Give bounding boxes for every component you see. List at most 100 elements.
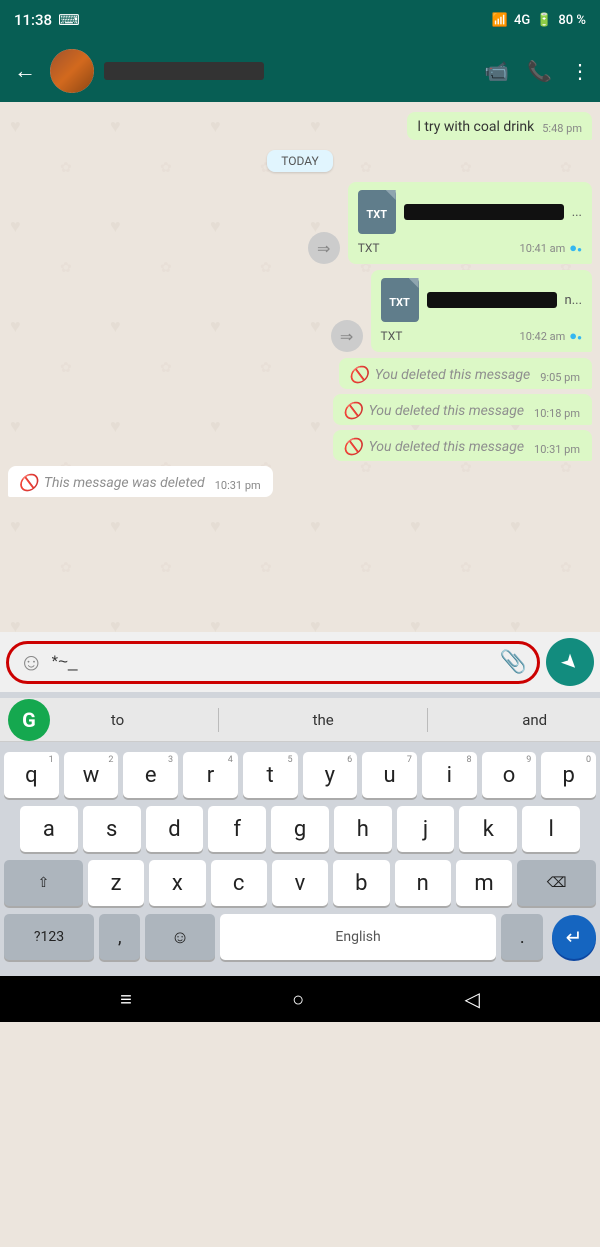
input-bar[interactable]: ☺ 📎 bbox=[6, 641, 540, 684]
space-key[interactable]: English bbox=[220, 914, 497, 960]
today-label: TODAY bbox=[267, 150, 333, 172]
time-display: 11:38 bbox=[14, 11, 52, 29]
key-g[interactable]: g bbox=[271, 806, 329, 852]
file-name-bar-2 bbox=[427, 292, 557, 308]
forwarded-file-msg-1: ⇒ TXT ... TXT 10:41 am ●● bbox=[8, 182, 592, 264]
deleted-time-3: 10:31 pm bbox=[534, 443, 580, 456]
avatar[interactable] bbox=[50, 49, 94, 93]
back-button[interactable]: ← bbox=[10, 54, 40, 88]
key-k[interactable]: k bbox=[459, 806, 517, 852]
read-ticks-1: ●● bbox=[569, 240, 582, 256]
file-time-2: 10:42 am bbox=[520, 330, 566, 343]
emoji-button[interactable]: ☺ bbox=[19, 648, 44, 677]
key-d[interactable]: d bbox=[146, 806, 204, 852]
nav-menu-icon[interactable]: ≡ bbox=[120, 987, 132, 1012]
no-entry-icon-3: 🚫 bbox=[343, 437, 363, 456]
key-y[interactable]: 6y bbox=[303, 752, 358, 798]
key-c[interactable]: c bbox=[211, 860, 267, 906]
divider-1 bbox=[218, 708, 219, 732]
file-meta-2: TXT 10:42 am ●● bbox=[381, 328, 582, 344]
forward-icon-2: ⇒ bbox=[331, 320, 363, 352]
numbers-key[interactable]: ?123 bbox=[4, 914, 94, 960]
suggestion-and[interactable]: and bbox=[510, 711, 559, 729]
send-button[interactable]: ➤ bbox=[546, 638, 594, 686]
backspace-key[interactable]: ⌫ bbox=[517, 860, 596, 906]
message-input[interactable] bbox=[52, 648, 492, 676]
key-v[interactable]: v bbox=[272, 860, 328, 906]
comma-key[interactable]: , bbox=[99, 914, 141, 960]
recv-deleted-time: 10:31 pm bbox=[215, 479, 261, 492]
previous-message: l try with coal drink 5:48 pm bbox=[8, 112, 592, 140]
key-u[interactable]: 7u bbox=[362, 752, 417, 798]
autocomplete-suggestions: to the and bbox=[58, 708, 600, 732]
deleted-content-1: 🚫 You deleted this message bbox=[349, 365, 530, 384]
video-call-button[interactable]: 📹 bbox=[484, 59, 509, 83]
recv-deleted-msg: 🚫 This message was deleted 10:31 pm bbox=[8, 466, 592, 497]
forwarded-file-msg-2: ⇒ TXT n... TXT 10:42 am ●● bbox=[8, 270, 592, 352]
file-row-1: TXT ... bbox=[358, 190, 582, 234]
status-bar-left: 11:38 ⌨ bbox=[14, 11, 80, 29]
recv-deleted-text: This message was deleted bbox=[44, 475, 205, 491]
read-ticks-2: ●● bbox=[569, 328, 582, 344]
input-area: ☺ 📎 ➤ bbox=[0, 632, 600, 692]
key-s[interactable]: s bbox=[83, 806, 141, 852]
key-row-2: a s d f g h j k l bbox=[0, 806, 600, 852]
period-key[interactable]: . bbox=[501, 914, 543, 960]
key-z[interactable]: z bbox=[88, 860, 144, 906]
grammarly-button[interactable]: G bbox=[8, 699, 50, 741]
key-row-1: 1q 2w 3e 4r 5t 6y 7u 8i 9o 0p bbox=[0, 752, 600, 798]
key-n[interactable]: n bbox=[395, 860, 451, 906]
battery-percent: 80 % bbox=[558, 13, 586, 28]
key-j[interactable]: j bbox=[397, 806, 455, 852]
shift-key[interactable]: ⇧ bbox=[4, 860, 83, 906]
deleted-text-1: You deleted this message bbox=[375, 367, 530, 383]
key-q[interactable]: 1q bbox=[4, 752, 59, 798]
file-type-1: TXT bbox=[358, 241, 380, 255]
key-a[interactable]: a bbox=[20, 806, 78, 852]
key-f[interactable]: f bbox=[208, 806, 266, 852]
forward-icon-1: ⇒ bbox=[308, 232, 340, 264]
send-icon: ➤ bbox=[556, 648, 585, 677]
prev-msg-bubble: l try with coal drink 5:48 pm bbox=[407, 112, 592, 140]
header-icons: 📹 📞 ⋮ bbox=[484, 59, 590, 83]
status-bar: 11:38 ⌨ 📶 4G 🔋 80 % bbox=[0, 0, 600, 40]
contact-name-bar bbox=[104, 62, 264, 80]
nav-back-icon[interactable]: ◁ bbox=[464, 987, 479, 1011]
key-t[interactable]: 5t bbox=[243, 752, 298, 798]
key-b[interactable]: b bbox=[333, 860, 389, 906]
contact-name-block[interactable] bbox=[104, 62, 474, 80]
file-time-1: 10:41 am bbox=[520, 242, 566, 255]
key-l[interactable]: l bbox=[522, 806, 580, 852]
voice-call-button[interactable]: 📞 bbox=[527, 59, 552, 83]
deleted-bubble-2: 🚫 You deleted this message 10:18 pm bbox=[333, 394, 592, 425]
key-p[interactable]: 0p bbox=[541, 752, 596, 798]
emoji-keyboard-key[interactable]: ☺ bbox=[145, 914, 214, 960]
deleted-time-1: 9:05 pm bbox=[540, 371, 580, 384]
prev-msg-time: 5:48 pm bbox=[542, 122, 582, 135]
deleted-content-3: 🚫 You deleted this message bbox=[343, 437, 524, 456]
attach-button[interactable]: 📎 bbox=[500, 650, 527, 675]
key-i[interactable]: 8i bbox=[422, 752, 477, 798]
file-name-bar-1 bbox=[404, 204, 564, 220]
key-h[interactable]: h bbox=[334, 806, 392, 852]
deleted-content-2: 🚫 You deleted this message bbox=[343, 401, 524, 420]
nav-home-icon[interactable]: ○ bbox=[292, 987, 304, 1012]
deleted-sent-1: 🚫 You deleted this message 9:05 pm bbox=[8, 358, 592, 389]
suggestion-the[interactable]: the bbox=[301, 711, 346, 729]
suggestion-to[interactable]: to bbox=[99, 711, 136, 729]
network-type: 4G bbox=[514, 13, 530, 28]
key-o[interactable]: 9o bbox=[482, 752, 537, 798]
file-bubble-1[interactable]: TXT ... TXT 10:41 am ●● bbox=[348, 182, 592, 264]
enter-key[interactable]: ↵ bbox=[552, 915, 596, 959]
key-e[interactable]: 3e bbox=[123, 752, 178, 798]
file-meta-1: TXT 10:41 am ●● bbox=[358, 240, 582, 256]
more-options-button[interactable]: ⋮ bbox=[570, 59, 590, 83]
key-r[interactable]: 4r bbox=[183, 752, 238, 798]
nav-bar: ≡ ○ ◁ bbox=[0, 976, 600, 1022]
key-w[interactable]: 2w bbox=[64, 752, 119, 798]
status-bar-right: 📶 4G 🔋 80 % bbox=[492, 13, 586, 28]
recv-deleted-bubble: 🚫 This message was deleted 10:31 pm bbox=[8, 466, 273, 497]
key-m[interactable]: m bbox=[456, 860, 512, 906]
key-x[interactable]: x bbox=[149, 860, 205, 906]
file-bubble-2[interactable]: TXT n... TXT 10:42 am ●● bbox=[371, 270, 592, 352]
